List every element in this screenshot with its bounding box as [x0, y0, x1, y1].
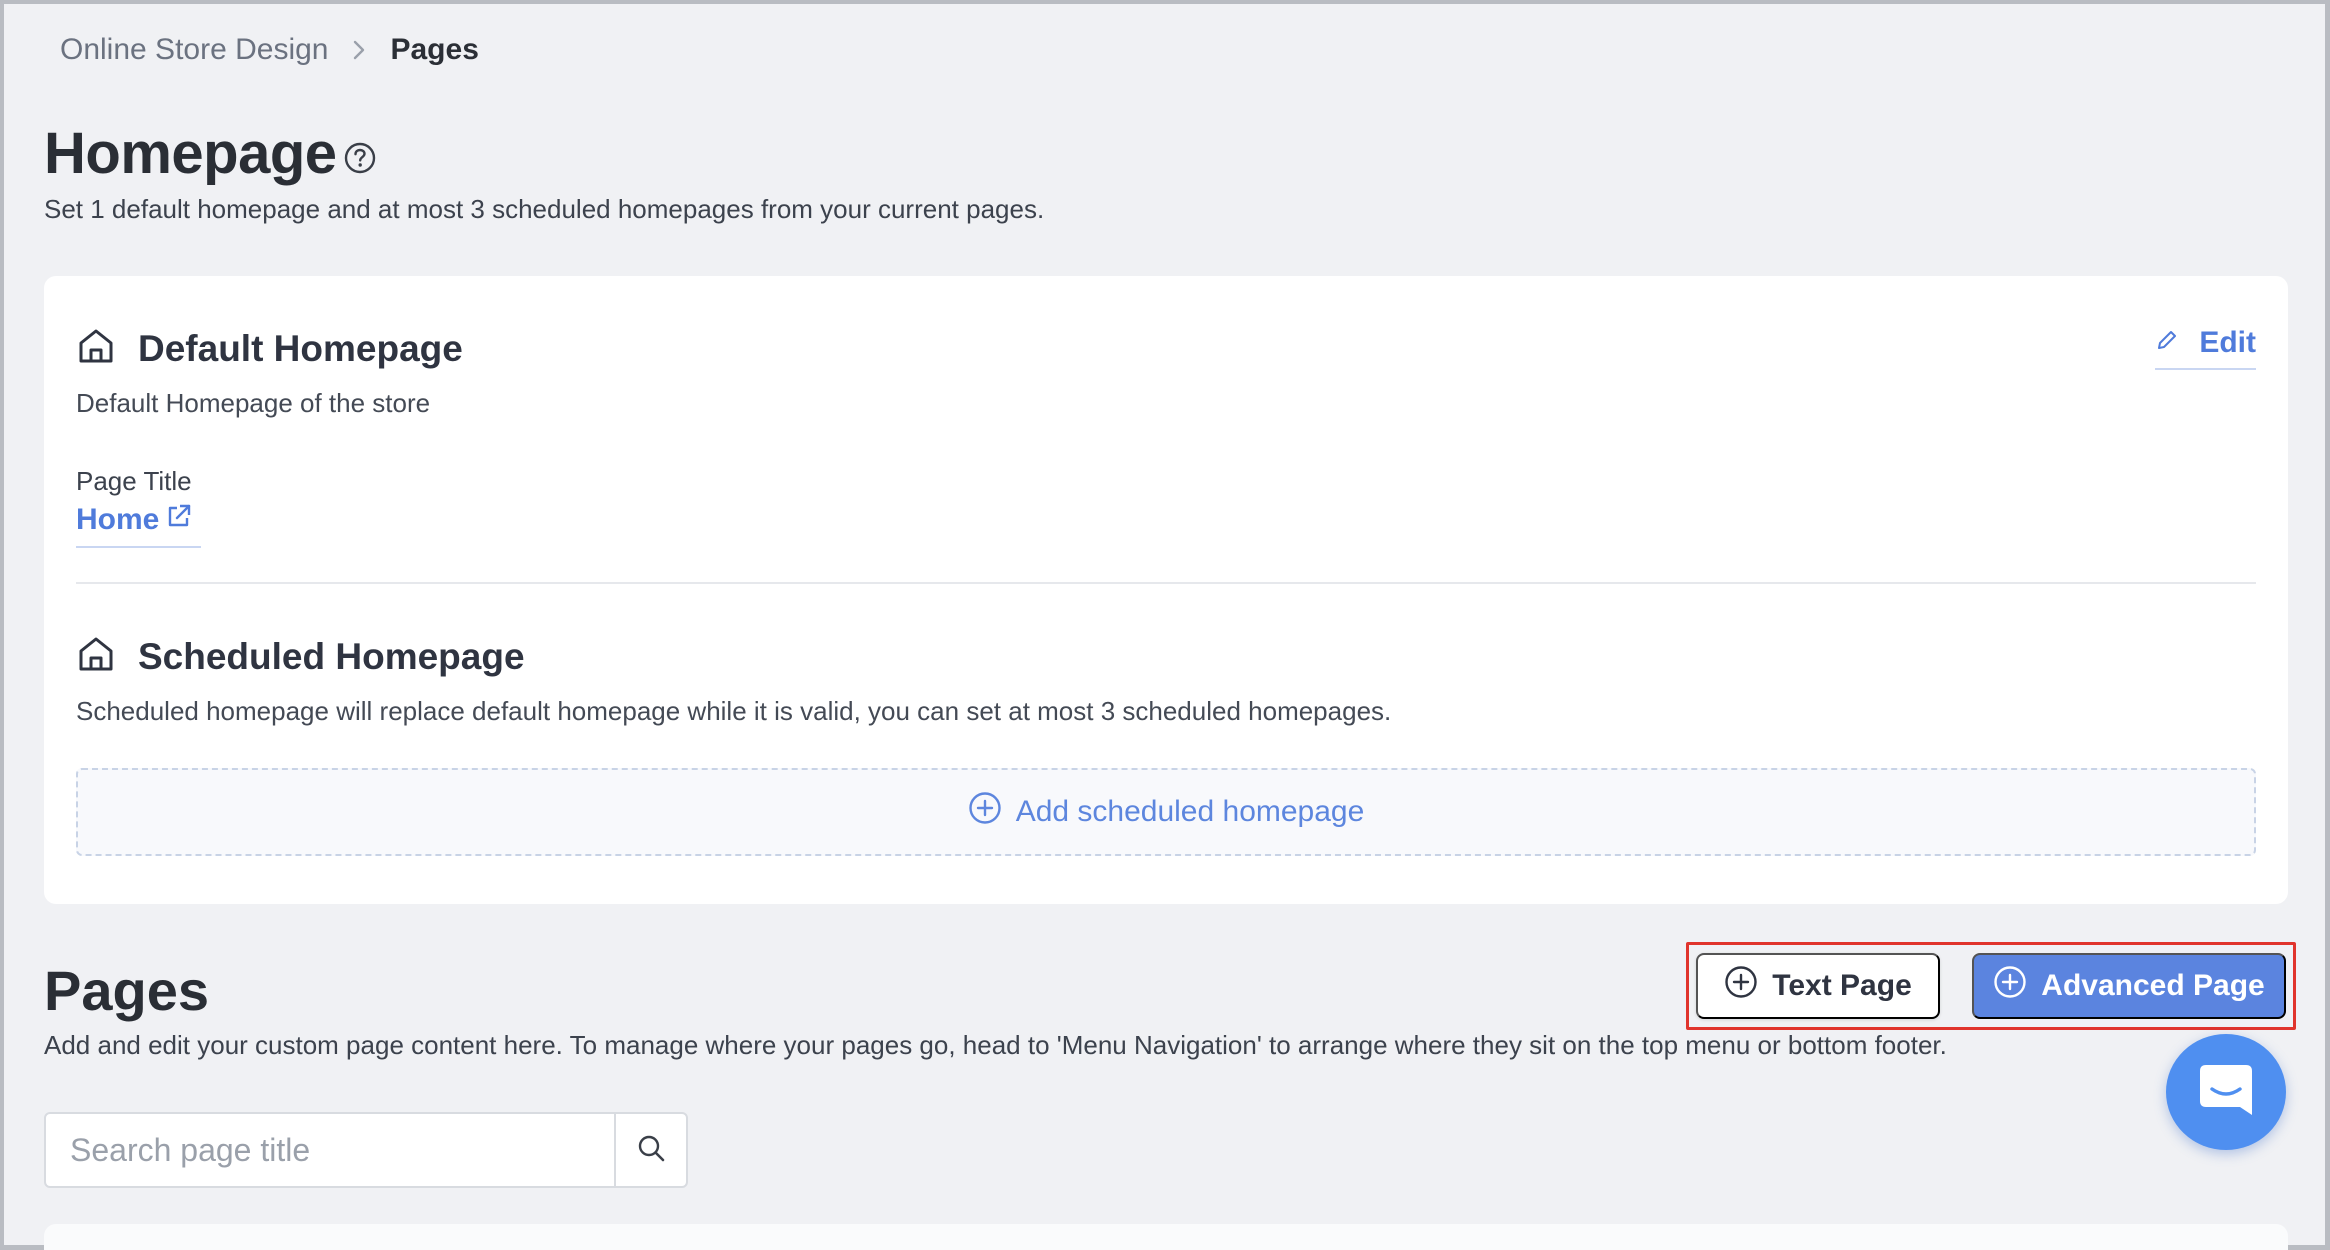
homepage-card: Default Homepage Edit Default Homepage o…	[44, 276, 2288, 904]
add-scheduled-homepage-button[interactable]: Add scheduled homepage	[76, 768, 2256, 856]
pages-heading: Pages	[44, 959, 209, 1022]
pencil-icon	[2155, 326, 2179, 360]
text-page-button[interactable]: Text Page	[1696, 953, 1940, 1019]
scheduled-homepage-header: Scheduled Homepage	[76, 634, 525, 679]
default-homepage-description: Default Homepage of the store	[76, 388, 431, 418]
home-icon	[76, 634, 116, 679]
scheduled-homepage-title: Scheduled Homepage	[138, 635, 525, 677]
advanced-page-button[interactable]: Advanced Page	[1972, 953, 2286, 1019]
text-page-label: Text Page	[1772, 969, 1912, 1002]
pages-list-card	[44, 1224, 2288, 1250]
home-page-link-label: Home	[76, 503, 160, 536]
plus-circle-icon	[1993, 965, 2027, 1007]
default-homepage-title: Default Homepage	[138, 327, 463, 369]
search-icon	[636, 1133, 666, 1168]
homepage-subtitle: Set 1 default homepage and at most 3 sch…	[44, 194, 1045, 224]
plus-circle-icon	[1724, 965, 1758, 1007]
add-scheduled-homepage-label: Add scheduled homepage	[1015, 795, 1365, 828]
page-title-label: Page Title	[76, 466, 192, 496]
homepage-title: Homepage	[44, 121, 337, 186]
pages-description: Add and edit your custom page content he…	[44, 1030, 1947, 1060]
external-link-icon	[165, 502, 193, 538]
default-homepage-header: Default Homepage	[76, 326, 463, 371]
plus-circle-icon	[968, 791, 1002, 833]
search-box	[44, 1112, 688, 1188]
home-icon	[76, 326, 116, 371]
edit-button[interactable]: Edit	[2155, 326, 2256, 370]
homepage-heading: Homepage	[44, 118, 377, 189]
breadcrumb: Online Store Design Pages	[60, 30, 479, 70]
section-divider	[76, 582, 2256, 584]
chat-launcher-button[interactable]	[2166, 1034, 2286, 1150]
help-icon[interactable]	[343, 122, 377, 189]
scheduled-homepage-description: Scheduled homepage will replace default …	[76, 696, 1392, 726]
search-button[interactable]	[614, 1114, 686, 1186]
search-input[interactable]	[46, 1114, 614, 1186]
chevron-right-icon	[346, 37, 372, 63]
breadcrumb-pages: Pages	[390, 33, 479, 66]
breadcrumb-online-store-design[interactable]: Online Store Design	[60, 33, 328, 67]
edit-label: Edit	[2199, 326, 2256, 359]
advanced-page-label: Advanced Page	[2041, 969, 2265, 1002]
home-page-link[interactable]: Home	[76, 502, 202, 548]
chat-icon	[2196, 1061, 2256, 1124]
